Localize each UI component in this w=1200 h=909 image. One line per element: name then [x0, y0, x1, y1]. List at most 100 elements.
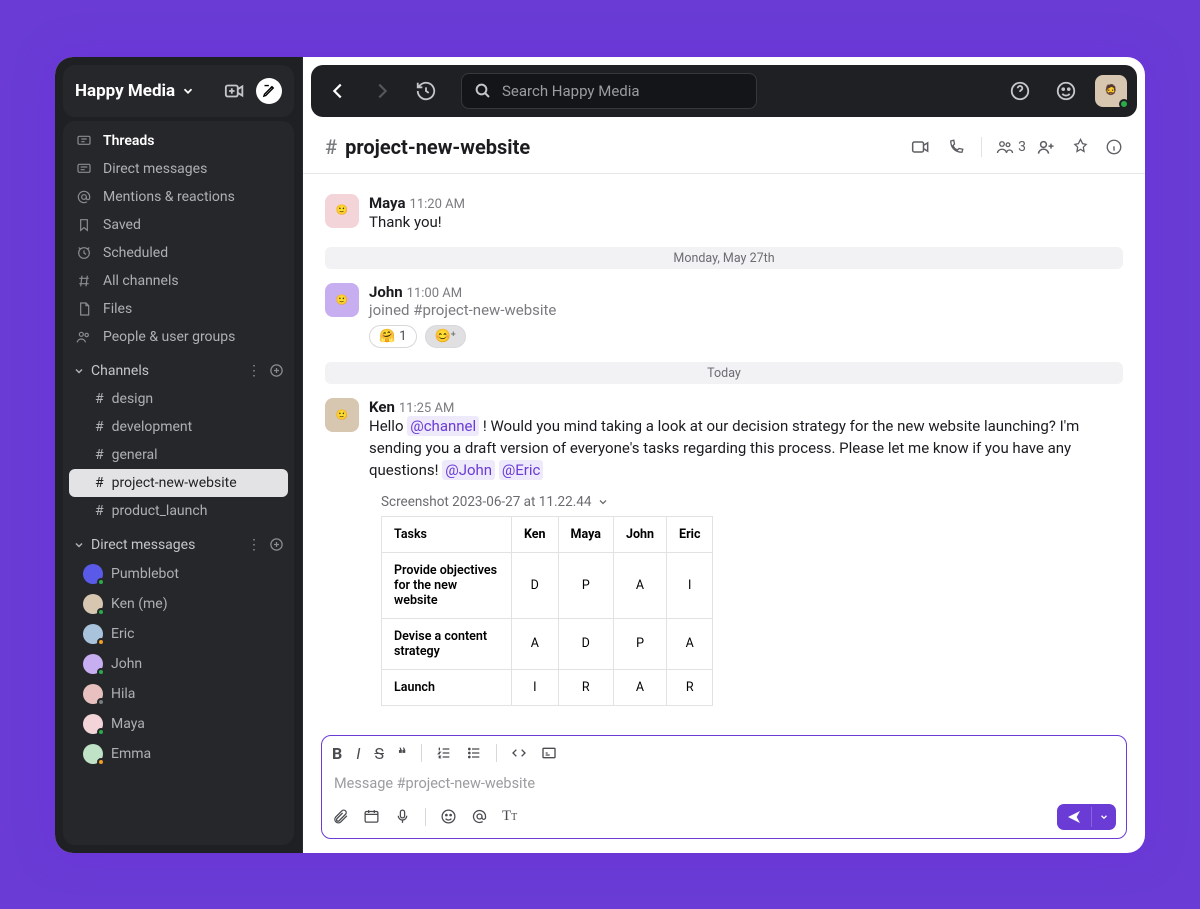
mention[interactable]: @Eric — [499, 460, 544, 480]
channels-section-header[interactable]: Channels⋮ — [63, 351, 294, 385]
bold-button[interactable]: B — [332, 744, 342, 763]
nav-file[interactable]: Files — [63, 295, 294, 323]
presence-dot-icon — [97, 638, 105, 646]
channel-header: # project-new-website 3 — [303, 117, 1145, 174]
attach-file-button[interactable] — [332, 808, 349, 825]
dm-user[interactable]: Pumblebot — [63, 559, 294, 589]
members-button[interactable]: 3 — [996, 138, 1026, 156]
avatar[interactable]: 🙂 — [325, 283, 359, 317]
emoji-face-button[interactable] — [1049, 74, 1083, 108]
pin-icon[interactable] — [1072, 138, 1089, 155]
workspace-header[interactable]: Happy Media — [63, 65, 294, 117]
dm-user[interactable]: Hila — [63, 679, 294, 709]
phone-call-icon[interactable] — [947, 138, 965, 156]
add-channel-button[interactable] — [269, 363, 284, 378]
search-placeholder: Search Happy Media — [502, 82, 640, 100]
italic-button[interactable]: I — [356, 744, 360, 763]
codeblock-button[interactable] — [541, 745, 557, 761]
code-button[interactable] — [511, 745, 527, 761]
sidebar-nav: ThreadsDirect messagesMentions & reactio… — [63, 121, 294, 845]
history-button[interactable] — [409, 74, 443, 108]
emoji-button[interactable] — [440, 808, 457, 825]
audio-record-button[interactable] — [394, 808, 411, 825]
avatar — [83, 684, 103, 704]
channel-development[interactable]: #development — [69, 413, 288, 441]
schedule-button[interactable] — [363, 808, 380, 825]
current-user-avatar[interactable]: 🧔 — [1095, 75, 1127, 107]
table-row: Provide objectives for the new websiteDP… — [382, 552, 713, 618]
dms-section-header[interactable]: Direct messages⋮ — [63, 525, 294, 559]
dm-user[interactable]: Maya — [63, 709, 294, 739]
clock-icon — [75, 245, 93, 261]
message: 🙂 Maya11:20 AMThank you! — [303, 192, 1145, 236]
add-dm-button[interactable] — [269, 537, 284, 552]
compose-box[interactable]: B I S ❝ Message #project-new-website — [321, 735, 1127, 839]
strikethrough-button[interactable]: S — [374, 744, 384, 763]
format-toolbar: B I S ❝ — [332, 744, 1116, 763]
hashtag-icon: # — [95, 503, 104, 519]
date-divider: Today — [325, 362, 1123, 384]
help-button[interactable] — [1003, 74, 1037, 108]
nav-people[interactable]: People & user groups — [63, 323, 294, 351]
video-call-icon[interactable] — [911, 137, 931, 157]
attachment-table: TasksKenMayaJohnEricProvide objectives f… — [381, 516, 713, 706]
nav-hashes[interactable]: All channels — [63, 267, 294, 295]
dm-user[interactable]: Ken (me) — [63, 589, 294, 619]
presence-dot-icon — [97, 668, 105, 676]
threads-icon — [75, 133, 93, 149]
message: 🙂 John11:00 AMjoined #project-new-website… — [303, 281, 1145, 350]
channel-general[interactable]: #general — [69, 441, 288, 469]
compose-button[interactable] — [256, 78, 282, 104]
nav-at[interactable]: Mentions & reactions — [63, 183, 294, 211]
channel-design[interactable]: #design — [69, 385, 288, 413]
nav-threads[interactable]: Threads — [63, 127, 294, 155]
message-header: Maya11:20 AM — [369, 194, 1123, 212]
hashtag-icon: # — [95, 419, 104, 435]
message-text: Thank you! — [369, 212, 1123, 234]
avatar[interactable]: 🙂 — [325, 194, 359, 228]
message: 🙂 Ken11:25 AMHello @channel ! Would you m… — [303, 396, 1145, 483]
unordered-list-button[interactable] — [466, 745, 482, 761]
mention[interactable]: @channel — [407, 416, 479, 436]
hashtag-icon: # — [325, 135, 337, 159]
quote-button[interactable]: ❝ — [398, 744, 407, 763]
nav-dm[interactable]: Direct messages — [63, 155, 294, 183]
add-reaction-button[interactable]: 😊⁺ — [425, 325, 466, 348]
table-row: LaunchIRAR — [382, 669, 713, 705]
send-button[interactable] — [1057, 804, 1116, 830]
channel-product_launch[interactable]: #product_launch — [69, 497, 288, 525]
channel-project-new-website[interactable]: #project-new-website — [69, 469, 288, 497]
info-icon[interactable] — [1105, 138, 1123, 156]
mention-button[interactable] — [471, 808, 488, 825]
hashtag-icon: # — [95, 391, 104, 407]
hashes-icon — [75, 273, 93, 289]
ordered-list-button[interactable] — [436, 745, 452, 761]
compose-input[interactable]: Message #project-new-website — [332, 763, 1116, 804]
forward-button[interactable] — [365, 74, 399, 108]
message-header: John11:00 AM — [369, 283, 1123, 301]
nav-bookmark[interactable]: Saved — [63, 211, 294, 239]
message-header: Ken11:25 AM — [369, 398, 1123, 416]
bookmark-icon — [75, 217, 93, 233]
channels-more-icon[interactable]: ⋮ — [247, 363, 261, 379]
attachment-title[interactable]: Screenshot 2023-06-27 at 11.22.44 — [359, 494, 1145, 510]
avatar[interactable]: 🙂 — [325, 398, 359, 432]
avatar — [83, 564, 103, 584]
dm-user[interactable]: Emma — [63, 739, 294, 769]
avatar — [83, 624, 103, 644]
system-text: joined #project-new-website — [369, 301, 1123, 319]
mention[interactable]: @John — [442, 460, 495, 480]
reaction-pill[interactable]: 🤗 1 — [369, 325, 417, 348]
message-text: Hello @channel ! Would you mind taking a… — [369, 416, 1123, 481]
dms-more-icon[interactable]: ⋮ — [247, 537, 261, 553]
nav-clock[interactable]: Scheduled — [63, 239, 294, 267]
add-member-button[interactable] — [1036, 137, 1056, 157]
dm-user[interactable]: Eric — [63, 619, 294, 649]
search-input[interactable]: Search Happy Media — [461, 73, 757, 109]
back-button[interactable] — [321, 74, 355, 108]
dm-user[interactable]: John — [63, 649, 294, 679]
table-row: Devise a content strategyADPA — [382, 618, 713, 669]
text-format-button[interactable]: TT — [502, 808, 517, 825]
video-plus-icon[interactable] — [224, 80, 246, 102]
send-options-button[interactable] — [1091, 807, 1116, 827]
